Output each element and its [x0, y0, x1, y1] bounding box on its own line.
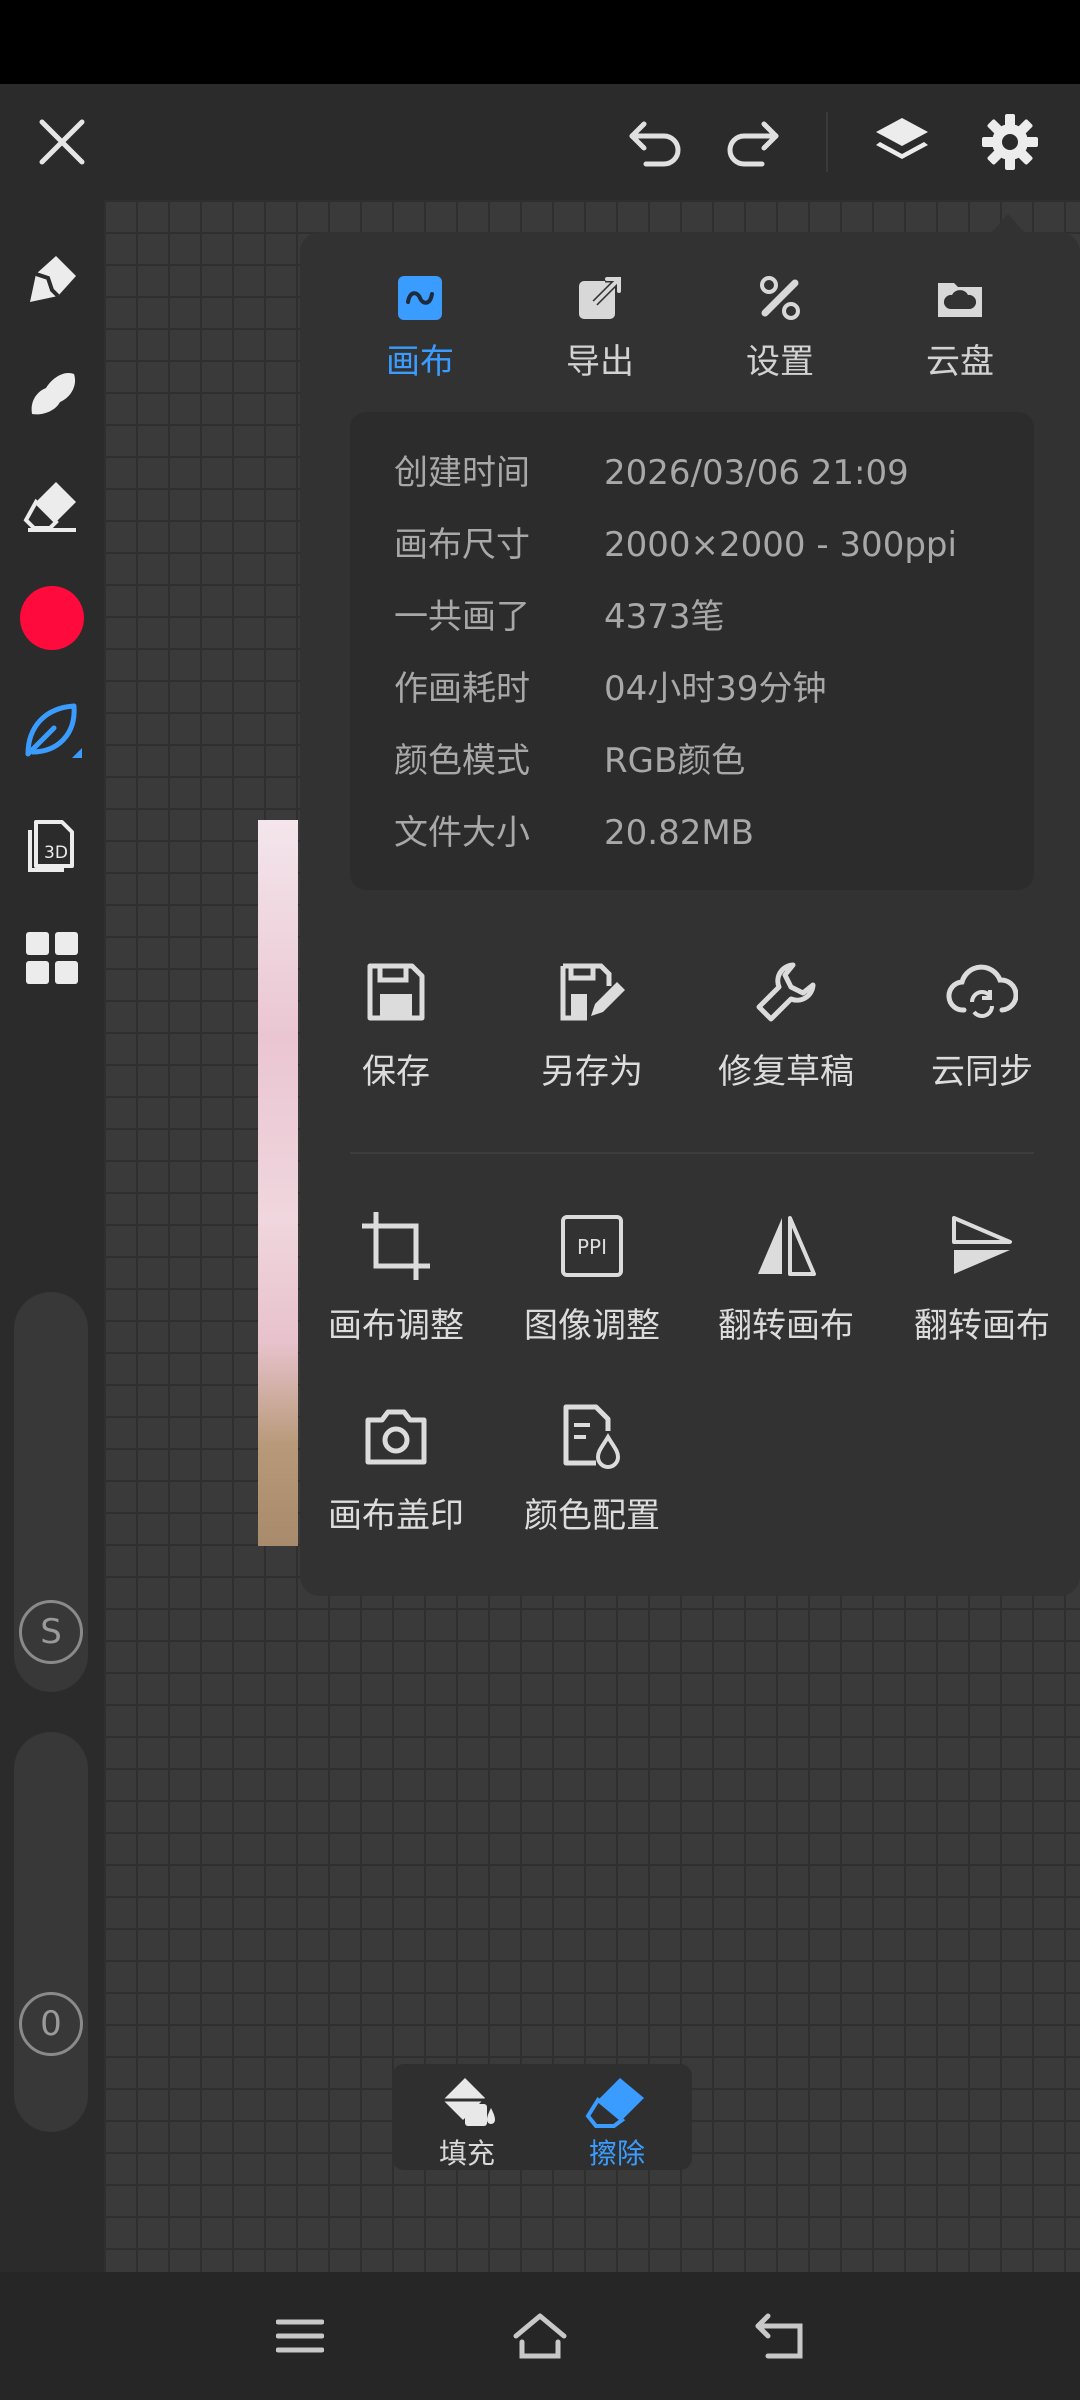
cloud-sync-label: 云同步	[931, 1052, 1033, 1092]
save-as-button[interactable]: 另存为	[494, 952, 690, 1093]
flip-horizontal-icon	[688, 1206, 884, 1286]
opacity-slider[interactable]: 0	[14, 1732, 88, 2132]
info-key: 画布尺寸	[394, 525, 530, 565]
canvas-stamp-label: 画布盖印	[328, 1496, 464, 1536]
tab-export-label: 导出	[566, 342, 634, 382]
pen-tool-icon[interactable]	[16, 242, 88, 314]
leaf-brush-icon[interactable]	[16, 694, 88, 766]
info-value: 20.82MB	[604, 813, 754, 853]
repair-draft-button[interactable]: 修复草稿	[688, 952, 884, 1093]
erase-label: 擦除	[588, 2137, 645, 2170]
left-toolbar: 3D S 0	[0, 200, 104, 2272]
panel-pointer	[990, 214, 1026, 234]
brush-size-label: S	[40, 1612, 62, 1652]
color-swatch[interactable]	[20, 586, 84, 650]
cloud-sync-icon	[884, 952, 1080, 1032]
grid-apps-icon[interactable]	[16, 922, 88, 994]
tab-settings[interactable]: 设置	[700, 268, 860, 383]
brush-size-knob[interactable]: S	[19, 1600, 83, 1664]
ppi-icon: PPI	[494, 1206, 690, 1286]
info-value: 4373笔	[604, 597, 725, 637]
save-as-icon	[494, 952, 690, 1032]
flip-vertical-icon	[884, 1206, 1080, 1286]
opacity-knob[interactable]: 0	[19, 1992, 83, 2056]
flip-vertical-label: 翻转画布	[914, 1306, 1050, 1346]
canvas-icon	[340, 268, 500, 328]
layers-icon[interactable]	[868, 108, 936, 176]
tab-cloud-drive-label: 云盘	[926, 342, 994, 382]
canvas-adjust-label: 画布调整	[328, 1306, 464, 1346]
home-icon[interactable]	[508, 2304, 572, 2368]
ppi-icon-text: PPI	[577, 1235, 607, 1259]
image-adjust-label: 图像调整	[524, 1306, 660, 1346]
image-adjust-button[interactable]: PPI 图像调整	[494, 1206, 690, 1347]
eraser-icon	[542, 2072, 692, 2132]
eraser-tool-icon[interactable]	[16, 470, 88, 542]
canvas-info-card: 创建时间 2026/03/06 21:09 画布尺寸 2000×2000 - 3…	[350, 412, 1034, 890]
tab-cloud-drive[interactable]: 云盘	[880, 268, 1040, 383]
close-icon[interactable]	[30, 110, 94, 174]
brush-size-slider[interactable]: S	[14, 1292, 88, 1692]
fill-button[interactable]: 填充	[392, 2064, 542, 2170]
opacity-label: 0	[40, 2004, 62, 2044]
redo-icon[interactable]	[718, 110, 786, 174]
tab-canvas[interactable]: 画布	[340, 268, 500, 383]
color-profile-icon	[494, 1396, 690, 1476]
cloud-sync-button[interactable]: 云同步	[884, 952, 1080, 1093]
system-nav-bar	[0, 2272, 1080, 2400]
menu-icon[interactable]	[268, 2304, 332, 2368]
info-key: 作画耗时	[394, 669, 530, 709]
flip-horizontal-label: 翻转画布	[718, 1306, 854, 1346]
color-profile-label: 颜色配置	[524, 1496, 660, 1536]
fill-erase-toolbar: 填充 擦除	[392, 2064, 692, 2170]
save-icon	[298, 952, 494, 1032]
status-bar	[0, 0, 1080, 84]
info-value: 2000×2000 - 300ppi	[604, 525, 957, 565]
crop-icon	[298, 1206, 494, 1286]
wrench-icon	[688, 952, 884, 1032]
settings-tools-icon	[700, 268, 860, 328]
repair-draft-label: 修复草稿	[718, 1052, 854, 1092]
save-as-label: 另存为	[541, 1052, 643, 1092]
smudge-tool-icon[interactable]	[16, 356, 88, 428]
info-value: RGB颜色	[604, 741, 746, 781]
undo-icon[interactable]	[622, 110, 690, 174]
canvas-adjust-button[interactable]: 画布调整	[298, 1206, 494, 1347]
back-icon[interactable]	[748, 2304, 812, 2368]
color-profile-button[interactable]: 颜色配置	[494, 1396, 690, 1537]
3d-tool-label: 3D	[44, 843, 68, 863]
3d-tool-icon[interactable]: 3D	[16, 808, 88, 880]
fill-bucket-icon	[392, 2072, 542, 2132]
canvas-stamp-button[interactable]: 画布盖印	[298, 1396, 494, 1537]
gear-icon[interactable]	[976, 108, 1044, 176]
artwork-preview	[258, 820, 298, 1546]
cloud-drive-icon	[880, 268, 1040, 328]
info-key: 文件大小	[394, 813, 530, 853]
tab-settings-label: 设置	[746, 342, 814, 382]
fill-label: 填充	[438, 2137, 495, 2170]
toolbar-divider	[826, 112, 828, 172]
info-key: 颜色模式	[394, 741, 530, 781]
info-value: 04小时39分钟	[604, 669, 827, 709]
top-toolbar	[0, 84, 1080, 200]
save-button[interactable]: 保存	[298, 952, 494, 1093]
flip-vertical-button[interactable]: 翻转画布	[884, 1206, 1080, 1347]
camera-icon	[298, 1396, 494, 1476]
export-icon	[520, 268, 680, 328]
save-label: 保存	[362, 1052, 430, 1092]
erase-button[interactable]: 擦除	[542, 2064, 692, 2170]
info-key: 创建时间	[394, 453, 530, 493]
info-value: 2026/03/06 21:09	[604, 453, 909, 493]
tab-export[interactable]: 导出	[520, 268, 680, 383]
info-key: 一共画了	[394, 597, 530, 637]
flip-horizontal-button[interactable]: 翻转画布	[688, 1206, 884, 1347]
panel-divider	[350, 1152, 1034, 1154]
tab-canvas-label: 画布	[386, 342, 454, 382]
